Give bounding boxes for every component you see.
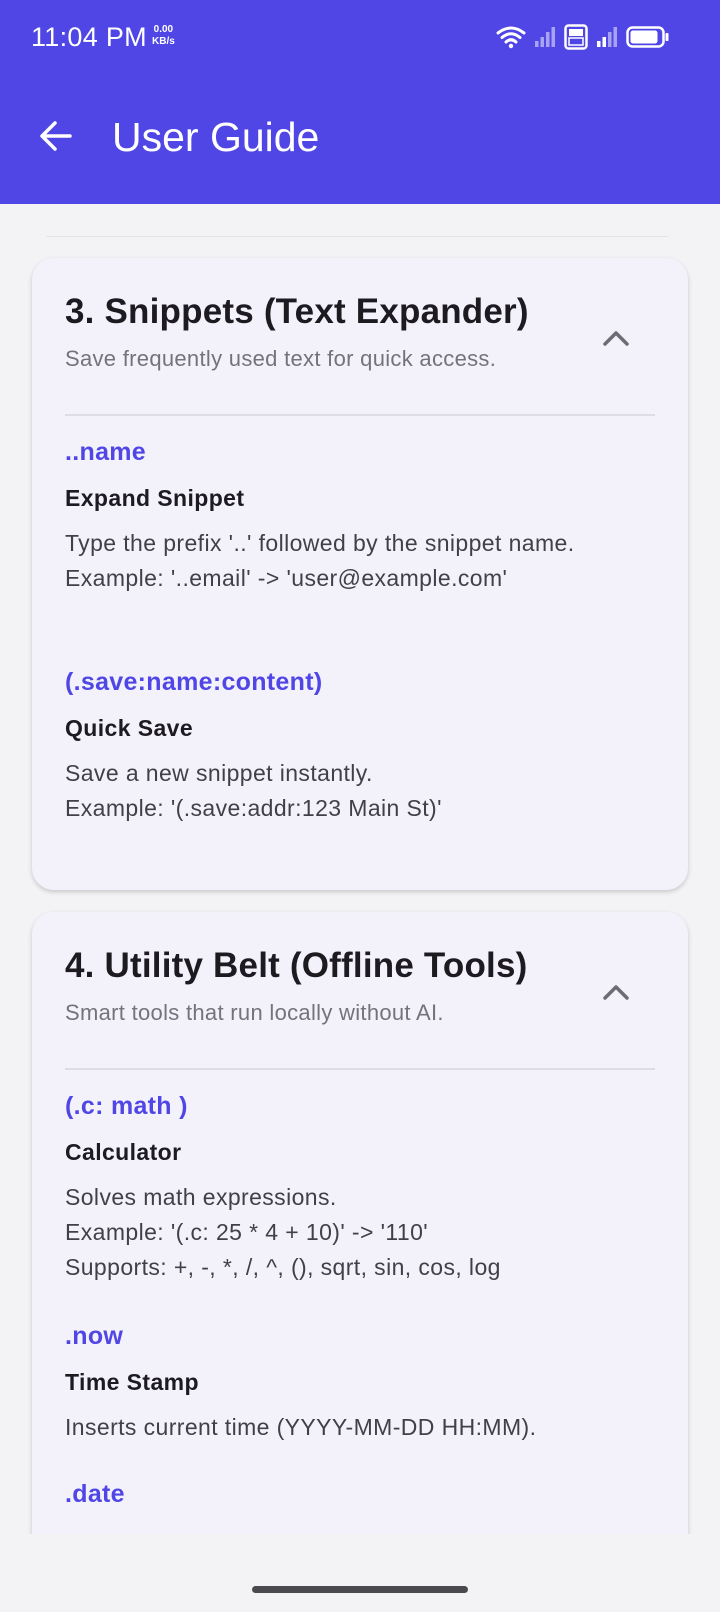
divider (46, 236, 668, 237)
section-divider (65, 414, 655, 416)
section-title: 3. Snippets (Text Expander) (65, 292, 529, 331)
command-text: .now (65, 1322, 124, 1350)
section-subtitle: Save frequently used text for quick acce… (65, 346, 497, 371)
guide-item-calculator: (.c: math ) Calculator Solves math expre… (65, 1092, 655, 1285)
item-title: Calculator (65, 1139, 182, 1165)
wifi-icon (496, 25, 526, 54)
status-icons (496, 24, 670, 55)
item-description: Save a new snippet instantly. Example: '… (65, 760, 442, 821)
item-description: Type the prefix '..' followed by the sni… (65, 530, 575, 591)
guide-item-time-stamp: .now Time Stamp Inserts current time (YY… (65, 1322, 655, 1445)
network-speed-value: 0.00 (153, 24, 174, 35)
item-description: Inserts current time (YYYY-MM-DD HH:MM). (65, 1414, 537, 1440)
command-text: ..name (65, 438, 146, 466)
command-text: .date (65, 1480, 125, 1508)
item-title: Time Stamp (65, 1369, 199, 1395)
back-button[interactable] (28, 108, 84, 164)
page-title: User Guide (112, 114, 320, 160)
signal-icon (534, 26, 556, 53)
app-bar: User Guide (0, 78, 720, 204)
network-speed-unit: KB/s (152, 36, 175, 47)
arrow-back-icon (40, 121, 72, 151)
chevron-up-icon[interactable] (596, 318, 636, 358)
section-card-utility-belt: 4. Utility Belt (Offline Tools) Smart to… (32, 912, 688, 1534)
volte-icon (564, 24, 588, 55)
section-card-snippets: 3. Snippets (Text Expander) Save frequen… (32, 258, 688, 890)
guide-content[interactable]: 3. Snippets (Text Expander) Save frequen… (0, 204, 720, 1534)
guide-item-quick-save: (.save:name:content) Quick Save Save a n… (65, 668, 655, 826)
command-text: (.save:name:content) (65, 668, 323, 696)
section-subtitle: Smart tools that run locally without AI. (65, 1000, 444, 1025)
item-description: Solves math expressions. Example: '(.c: … (65, 1184, 501, 1280)
command-text: (.c: math ) (65, 1092, 188, 1120)
status-time: 11:04 PM (31, 22, 147, 52)
item-title: Quick Save (65, 715, 194, 741)
section-title: 4. Utility Belt (Offline Tools) (65, 946, 528, 985)
status-bar: 11:04 PM 0.00 KB/s (0, 0, 720, 78)
network-speed: 0.00 KB/s (152, 24, 175, 48)
guide-item-date: .date (65, 1480, 655, 1509)
gesture-nav-bar[interactable] (252, 1586, 468, 1593)
guide-item-expand-snippet: ..name Expand Snippet Type the prefix '.… (65, 438, 655, 596)
item-title: Expand Snippet (65, 485, 245, 511)
signal-icon-2 (596, 26, 618, 53)
chevron-up-icon[interactable] (596, 972, 636, 1012)
battery-icon (626, 26, 670, 53)
section-divider (65, 1068, 655, 1070)
